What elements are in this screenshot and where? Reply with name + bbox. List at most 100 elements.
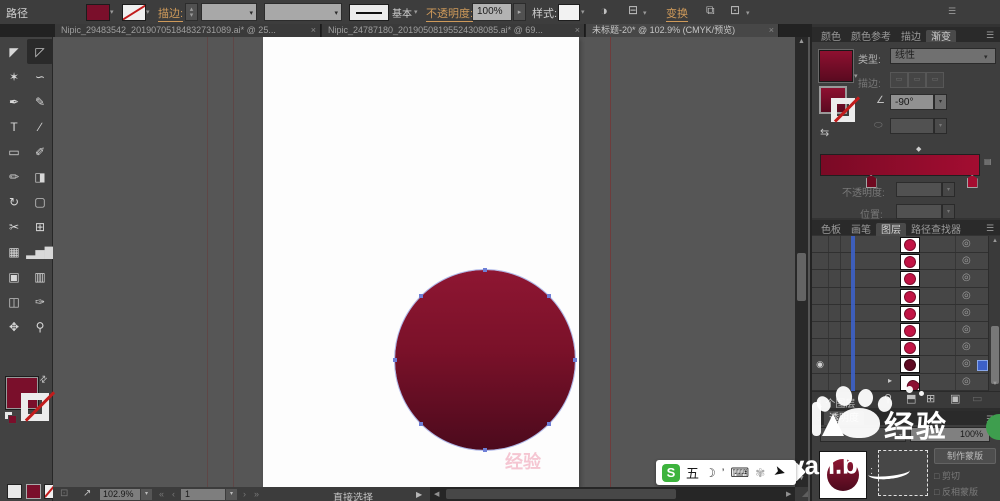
- layers-scrollbar[interactable]: ▲ ▼: [988, 236, 1000, 391]
- gradient-slider-menu-icon[interactable]: ▤: [984, 157, 992, 166]
- swap-fill-stroke-icon[interactable]: ⇄: [37, 373, 49, 385]
- ime-punct-icon[interactable]: ’: [722, 466, 725, 480]
- ime-skin-icon[interactable]: ✾: [755, 466, 765, 480]
- transform-link[interactable]: 变换: [666, 5, 688, 22]
- tool-line-segment-tool[interactable]: ∕: [27, 114, 53, 139]
- gradient-fill-swatch[interactable]: [819, 50, 853, 82]
- tool-rectangle-tool[interactable]: ▭: [1, 139, 27, 164]
- tool-blend-tool[interactable]: ✑: [27, 289, 53, 314]
- panel-menu-icon[interactable]: ☰: [986, 30, 994, 41]
- visibility-cell[interactable]: [812, 287, 829, 304]
- anchor-point[interactable]: [483, 268, 487, 272]
- lock-cell[interactable]: [829, 236, 841, 253]
- tool-paintbrush-tool[interactable]: ✐: [27, 139, 53, 164]
- gradient-midpoint-icon[interactable]: ◆: [916, 145, 921, 153]
- zoom-caret-icon[interactable]: ▾: [141, 489, 152, 500]
- anchor-point[interactable]: [547, 294, 551, 298]
- visibility-cell[interactable]: [812, 253, 829, 270]
- first-artboard-icon[interactable]: «: [159, 489, 164, 499]
- style-caret-icon[interactable]: ▾: [581, 8, 585, 16]
- lock-cell[interactable]: [829, 339, 841, 356]
- scroll-left-icon[interactable]: ◀: [434, 490, 439, 498]
- layer-row-7[interactable]: ◎: [812, 339, 988, 357]
- new-layer-icon[interactable]: ▣: [950, 394, 960, 405]
- layer-row-4[interactable]: ◎: [812, 287, 988, 305]
- layer-row-6[interactable]: ◎: [812, 321, 988, 340]
- visibility-cell[interactable]: [812, 270, 829, 287]
- scroll-up-icon[interactable]: ▲: [795, 38, 808, 45]
- next-artboard-icon[interactable]: ›: [243, 489, 246, 499]
- style-swatch[interactable]: [558, 4, 580, 21]
- tool-lasso-tool[interactable]: ∽: [27, 64, 53, 89]
- tool-scissors-tool[interactable]: ✂: [1, 214, 27, 239]
- tool-graph-tool[interactable]: ▂▅▇: [26, 239, 54, 264]
- close-icon[interactable]: ×: [311, 24, 316, 37]
- tool-curvature-tool[interactable]: ✎: [27, 89, 53, 114]
- panel-menu-icon[interactable]: ☰: [986, 223, 994, 234]
- target-icon[interactable]: ◎: [962, 324, 971, 335]
- visibility-cell[interactable]: [812, 339, 829, 356]
- tool-mesh-tool[interactable]: ▦: [1, 239, 27, 264]
- stroke-within-icon[interactable]: ▭: [890, 72, 908, 88]
- stroke-color-swatch[interactable]: [122, 4, 146, 21]
- tool-direct-selection-tool[interactable]: ◸: [27, 39, 53, 64]
- color-button[interactable]: [7, 484, 22, 499]
- status-expand-icon[interactable]: ▶: [416, 490, 422, 499]
- make-mask-button[interactable]: 制作蒙版: [934, 448, 996, 464]
- artboard-caret-icon[interactable]: ▾: [226, 489, 237, 500]
- resize-grip[interactable]: ◢: [795, 487, 808, 501]
- tool-rotate-tool[interactable]: ↻: [1, 189, 27, 214]
- anchor-point[interactable]: [393, 358, 397, 362]
- scroll-down-icon[interactable]: ▼: [989, 381, 1000, 387]
- target-icon[interactable]: ◎: [962, 272, 971, 283]
- gradient-slider-bar[interactable]: [820, 154, 980, 176]
- brush-caret-icon[interactable]: ▾: [414, 8, 418, 16]
- layer-row-1[interactable]: ◎: [812, 236, 988, 254]
- control-panel-menu-icon[interactable]: ☰: [948, 6, 956, 17]
- ime-logo-icon[interactable]: S: [662, 463, 680, 482]
- clip-checkbox[interactable]: □ 剪切: [934, 469, 960, 482]
- zoom-level-field[interactable]: 102.9%: [100, 489, 140, 500]
- ime-keyboard-icon[interactable]: ⌨: [730, 465, 749, 481]
- tool-pen-tool[interactable]: ✒: [1, 89, 27, 114]
- layer-row-3[interactable]: ◎: [812, 270, 988, 288]
- tool-eraser-tool[interactable]: ◨: [27, 164, 53, 189]
- close-icon[interactable]: ×: [575, 24, 580, 37]
- lock-cell[interactable]: [829, 287, 841, 304]
- preview-icon[interactable]: ⊡: [60, 489, 68, 499]
- target-icon[interactable]: ◎: [962, 376, 971, 387]
- opacity-field[interactable]: 100%: [472, 3, 512, 21]
- reverse-gradient-icon[interactable]: ⇆: [820, 128, 829, 139]
- angle-field[interactable]: -90°: [890, 94, 934, 110]
- stroke-weight-stepper[interactable]: ▴ ▾: [185, 3, 198, 21]
- lock-cell[interactable]: [829, 253, 841, 270]
- invert-mask-checkbox[interactable]: □ 反相蒙版: [934, 485, 978, 498]
- delete-layer-icon[interactable]: ▭: [972, 394, 982, 405]
- tool-pencil-tool[interactable]: ✏: [1, 164, 27, 189]
- visibility-cell[interactable]: [812, 304, 829, 321]
- selection-indicator[interactable]: [977, 360, 988, 372]
- visibility-cell[interactable]: [812, 373, 829, 390]
- lock-cell[interactable]: [829, 356, 841, 373]
- stroke-weight-field[interactable]: ▾: [201, 3, 257, 21]
- target-icon[interactable]: ◎: [962, 341, 971, 352]
- anchor-point[interactable]: [483, 448, 487, 452]
- prev-artboard-icon[interactable]: ‹: [172, 489, 175, 499]
- scroll-right-icon[interactable]: ▶: [786, 490, 791, 498]
- tool-artboard-tool[interactable]: ▣: [1, 264, 27, 289]
- document-tab-3-active[interactable]: × 未标题-20* @ 102.9% (CMYK/预览): [586, 24, 779, 37]
- tool-column-graph-tool[interactable]: ▥: [27, 264, 53, 289]
- document-setup-caret-icon[interactable]: ▾: [643, 9, 647, 17]
- visibility-cell[interactable]: [812, 321, 829, 339]
- tool-slice-tool[interactable]: ◫: [1, 289, 27, 314]
- opacity-spinner[interactable]: ▸: [513, 3, 526, 21]
- document-tab-2[interactable]: × Nipic_24787180_20190508195524308085.ai…: [322, 24, 585, 37]
- stroke-across-icon[interactable]: ▭: [926, 72, 944, 88]
- visibility-cell[interactable]: [812, 236, 829, 253]
- target-icon[interactable]: ◎: [962, 290, 971, 301]
- ime-moon-icon[interactable]: ☽: [705, 466, 716, 480]
- brush-definition-swatch[interactable]: [349, 4, 389, 21]
- scroll-up-icon[interactable]: ▲: [989, 238, 1000, 244]
- stroke-caret-icon[interactable]: ▾: [146, 8, 150, 16]
- expand-icon[interactable]: ▸: [888, 376, 892, 385]
